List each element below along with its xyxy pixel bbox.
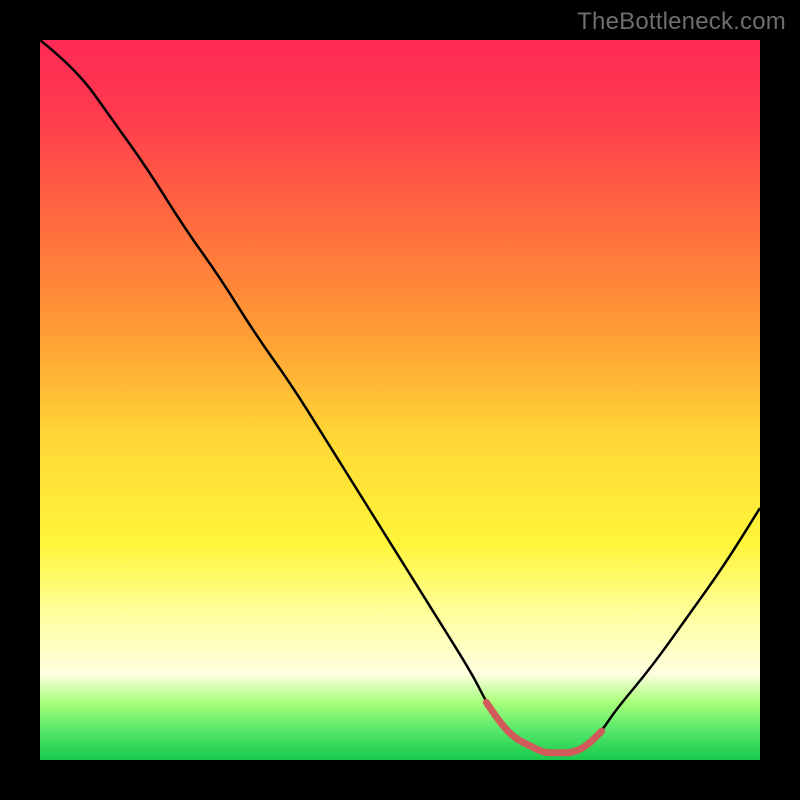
bottleneck-chart-svg	[40, 40, 760, 760]
watermark-text: TheBottleneck.com	[577, 8, 786, 36]
gradient-background	[40, 40, 760, 760]
chart-frame: TheBottleneck.com	[0, 0, 800, 800]
plot-area	[40, 40, 760, 760]
